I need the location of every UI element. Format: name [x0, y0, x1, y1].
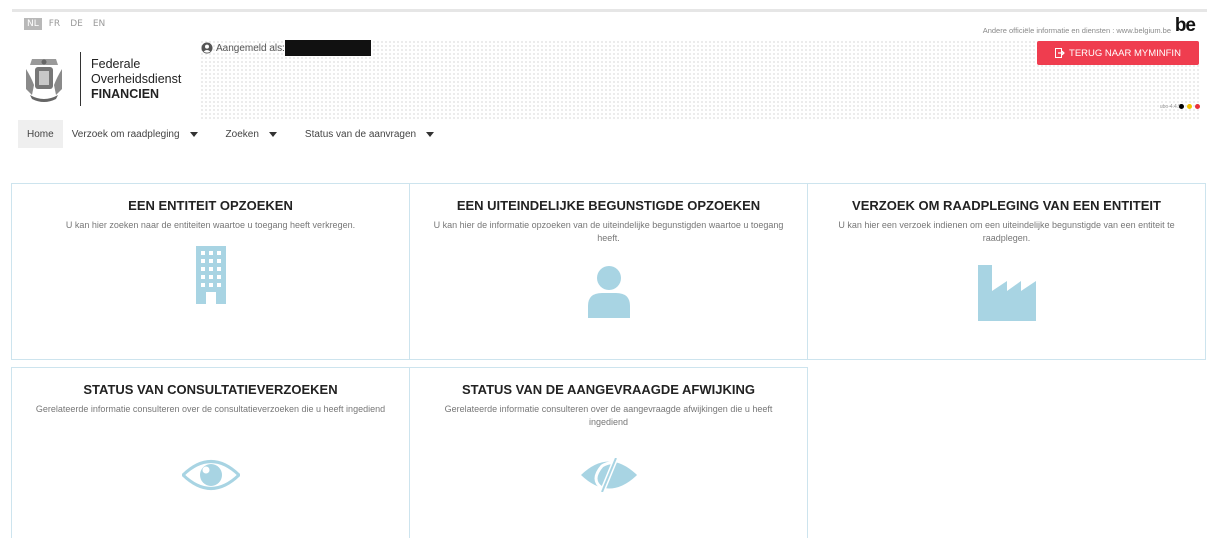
tile-title: EEN ENTITEIT OPZOEKEN	[128, 198, 293, 213]
tile-description: Gerelateerde informatie consulteren over…	[444, 404, 773, 427]
back-button-label: TERUG NAAR MYMINFIN	[1069, 47, 1181, 59]
tile-search-beneficiary[interactable]: EEN UITEINDELIJKE BEGUNSTIGDE OPZOEKEN U…	[409, 183, 808, 360]
user-label: Aangemeld als:	[216, 42, 285, 54]
belgian-crest-icon	[26, 59, 62, 102]
nav-home-label: Home	[27, 128, 54, 140]
fod-financien-logo[interactable]: Federale Overheidsdienst FINANCIEN	[22, 52, 181, 106]
nav-verzoek-dropdown[interactable]: Verzoek om raadpleging	[63, 120, 207, 148]
tile-request-entity[interactable]: VERZOEK OM RAADPLEGING VAN EEN ENTITEIT …	[807, 183, 1206, 360]
flag-dot-red	[1195, 104, 1200, 109]
nav-zoeken-dropdown[interactable]: Zoeken	[217, 120, 286, 148]
caret-down-icon	[268, 131, 277, 137]
tile-title: EEN UITEINDELIJKE BEGUNSTIGDE OPZOEKEN	[456, 198, 761, 213]
caret-down-icon	[189, 131, 198, 137]
tile-status-deviation[interactable]: STATUS VAN DE AANGEVRAAGDE AFWIJKING Ger…	[409, 367, 808, 538]
person-icon	[587, 266, 630, 318]
language-switcher: NL FR DE EN	[24, 18, 108, 30]
eye-slash-icon	[580, 458, 637, 492]
tile-title: STATUS VAN CONSULTATIEVERZOEKEN	[83, 382, 338, 397]
nav-verzoek-label: Verzoek om raadpleging	[71, 128, 180, 140]
lang-fr[interactable]: FR	[46, 18, 63, 30]
caret-down-icon	[426, 131, 435, 137]
logged-in-user: Aangemeld als:	[201, 40, 371, 56]
top-divider	[12, 9, 1207, 12]
lang-nl[interactable]: NL	[24, 18, 42, 30]
flag-dot-black	[1179, 104, 1184, 109]
back-to-myminfin-button[interactable]: TERUG NAAR MYMINFIN	[1037, 41, 1199, 65]
logo-line-2: Overheidsdienst	[91, 71, 182, 86]
user-name-redacted	[284, 40, 371, 56]
logo-divider	[80, 52, 81, 106]
building-icon	[195, 246, 226, 304]
tile-title: VERZOEK OM RAADPLEGING VAN EEN ENTITEIT	[852, 198, 1161, 213]
tile-description: U kan hier een verzoek indienen om een u…	[838, 220, 1175, 243]
nav-home[interactable]: Home	[18, 120, 63, 148]
tile-description: U kan hier de informatie opzoeken van de…	[433, 220, 784, 243]
belgium-be-logo[interactable]: be	[1175, 15, 1196, 37]
tile-description: U kan hier zoeken naar de entiteiten waa…	[65, 220, 356, 230]
lang-en[interactable]: EN	[90, 18, 108, 30]
belgian-flag-dots	[1179, 104, 1200, 109]
nav-zoeken-label: Zoeken	[225, 128, 259, 140]
belgium-info-link[interactable]: Andere officiële informatie en diensten …	[983, 26, 1171, 35]
sign-out-icon	[1055, 48, 1065, 58]
factory-icon	[977, 265, 1036, 321]
logo-line-3: FINANCIEN	[91, 86, 160, 101]
nav-status-label: Status van de aanvragen	[304, 128, 417, 140]
version-label: ubo-4.4.5	[1159, 104, 1181, 110]
tile-search-entity[interactable]: EEN ENTITEIT OPZOEKEN U kan hier zoeken …	[11, 183, 410, 360]
lang-de[interactable]: DE	[67, 18, 86, 30]
nav-status-dropdown[interactable]: Status van de aanvragen	[296, 120, 443, 148]
logo-text: Federale Overheidsdienst FINANCIEN	[91, 57, 181, 102]
tile-title: STATUS VAN DE AANGEVRAAGDE AFWIJKING	[462, 382, 755, 397]
tile-description: Gerelateerde informatie consulteren over…	[35, 404, 386, 414]
logo-line-1: Federale	[91, 56, 141, 71]
tile-status-consultation[interactable]: STATUS VAN CONSULTATIEVERZOEKEN Gerelate…	[11, 367, 410, 538]
flag-dot-yellow	[1187, 104, 1192, 109]
user-circle-icon	[201, 42, 213, 54]
main-nav: Home Verzoek om raadpleging Zoeken Statu…	[18, 120, 453, 148]
eye-icon	[181, 460, 240, 490]
